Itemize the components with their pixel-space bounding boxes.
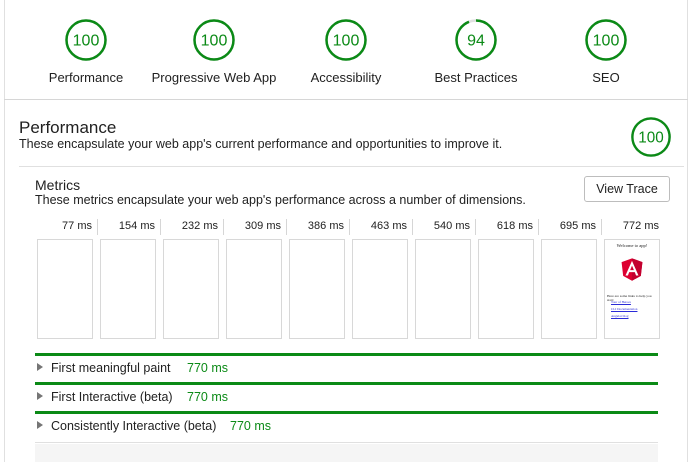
score-value: 100 [593,33,620,50]
score-value: 94 [467,33,485,50]
expand-arrow-icon[interactable] [37,392,43,400]
filmstrip-frame: 618 ms [476,213,539,341]
frame-timestamp: 386 ms [307,220,344,232]
seo-gauge: 100 [585,19,627,61]
expand-arrow-icon[interactable] [37,363,43,371]
frame-thumbnail-blank [415,239,471,339]
filmstrip-frame: 77 ms [35,213,98,341]
filmstrip-frame: 386 ms [287,213,350,341]
performance-section-description: These encapsulate your web app's current… [19,137,503,151]
metric-label: First Interactive (beta) [51,390,173,404]
metric-label: First meaningful paint [51,361,171,375]
score-value: 100 [201,33,228,50]
filmstrip-frame: 695 ms [539,213,602,341]
frame-timestamp: 309 ms [244,220,281,232]
filmstrip-frame: 540 ms [413,213,476,341]
frame-timestamp: 463 ms [370,220,407,232]
accessibility-gauge: 100 [325,19,367,61]
filmstrip-frame-final: 772 ms Welcome to app! Here are some lin… [602,213,665,341]
score-seo[interactable]: 100 SEO [536,18,676,85]
frame-thumbnail-blank [478,239,534,339]
metric-row-first-interactive[interactable]: First Interactive (beta) 770 ms [35,382,658,410]
filmstrip-frame: 309 ms [224,213,287,341]
filmstrip-frame: 232 ms [161,213,224,341]
score-value: 100 [333,33,360,50]
frame-timestamp: 695 ms [559,220,596,232]
best-practices-gauge: 94 [455,19,497,61]
frame-thumbnail-blank [226,239,282,339]
metrics-footer [35,444,658,462]
expand-arrow-icon[interactable] [37,421,43,429]
metric-row-first-meaningful-paint[interactable]: First meaningful paint 770 ms [35,353,658,381]
frame-timestamp: 77 ms [62,220,92,232]
score-label: Performance [48,70,124,85]
score-label: Best Practices [434,70,518,85]
metric-row-divider [35,442,658,443]
app-link: Tour of Heroes [611,300,631,304]
metrics-card: Metrics These metrics encapsulate your w… [19,167,684,462]
app-welcome-title: Welcome to app! [616,243,648,248]
frame-thumbnail-blank [37,239,93,339]
metric-label: Consistently Interactive (beta) [51,419,217,433]
metric-value: 770 ms [230,419,271,433]
performance-gauge: 100 [65,19,107,61]
view-trace-button[interactable]: View Trace [584,176,670,202]
frame-thumbnail-blank [163,239,219,339]
score-pwa[interactable]: 100 Progressive Web App [144,18,284,85]
score-label: SEO [592,70,620,85]
frame-timestamp: 154 ms [118,220,155,232]
angular-logo-icon [621,258,643,281]
filmstrip-frame: 154 ms [98,213,161,341]
app-link: CLI Documentation [611,307,638,311]
frame-timestamp: 772 ms [622,220,659,232]
filmstrip-frame: 463 ms [350,213,413,341]
metrics-title: Metrics [35,177,81,193]
filmstrip: 77 ms 154 ms 232 ms 309 ms 386 ms 463 ms [35,213,667,341]
metrics-description: These metrics encapsulate your web app's… [35,193,526,207]
score-label: Accessibility [310,70,382,85]
performance-section-title: Performance [19,118,117,137]
score-value: 100 [73,33,100,50]
frame-timestamp: 540 ms [433,220,470,232]
score-best-practices[interactable]: 94 Best Practices [406,18,546,85]
frame-thumbnail-app: Welcome to app! Here are some links to h… [604,239,660,339]
app-link-list: Tour of Heroes CLI Documentation Angular… [611,300,637,321]
metric-value: 770 ms [187,361,228,375]
frame-thumbnail-blank [100,239,156,339]
frame-timestamp: 232 ms [181,220,218,232]
frame-thumbnail-blank [289,239,345,339]
frame-timestamp: 618 ms [496,220,533,232]
frame-thumbnail-blank [352,239,408,339]
metric-value: 770 ms [187,390,228,404]
score-accessibility[interactable]: 100 Accessibility [276,18,416,85]
performance-section-score: 100 [638,129,663,146]
score-label: Progressive Web App [151,70,277,85]
pwa-gauge: 100 [193,19,235,61]
score-performance[interactable]: 100 Performance [16,18,156,85]
frame-thumbnail-blank [541,239,597,339]
performance-section-gauge: 100 [631,117,671,157]
score-summary: 100 Performance 100 Progressive Web App … [4,0,688,100]
metric-row-consistently-interactive[interactable]: Consistently Interactive (beta) 770 ms [35,411,658,439]
app-link: Angular blog [611,314,629,318]
